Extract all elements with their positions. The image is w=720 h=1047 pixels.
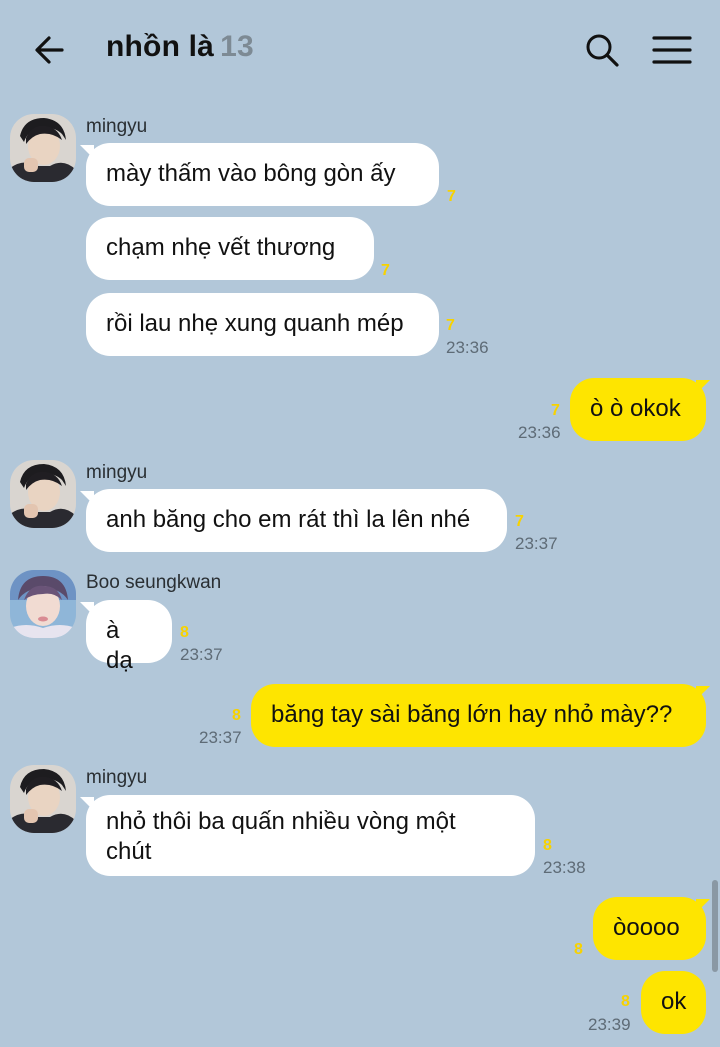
bubble-tail [696, 899, 710, 913]
sender-name: Boo seungkwan [86, 572, 222, 593]
message-bubble[interactable]: nhỏ thôi ba quấn nhiều vòng một chút [86, 795, 535, 876]
message-time: 23:36 [446, 338, 489, 357]
unread-count: 7 [551, 402, 560, 419]
unread-count: 8 [180, 624, 189, 641]
message-time: 23:37 [515, 534, 558, 553]
message-time: 23:37 [199, 728, 242, 747]
unread-count: 7 [446, 317, 455, 334]
message-bubble[interactable]: ok [641, 971, 706, 1034]
unread-count: 8 [232, 707, 241, 724]
scrollbar[interactable] [712, 880, 718, 972]
message-bubble[interactable]: rồi lau nhẹ xung quanh mép [86, 293, 439, 356]
search-icon[interactable] [582, 30, 622, 70]
message-bubble[interactable]: chạm nhẹ vết thương [86, 217, 374, 280]
message-bubble[interactable]: mày thấm vào bông gòn ấy [86, 143, 439, 206]
room-name: nhồn là [106, 30, 215, 63]
sender-name: mingyu [86, 767, 148, 788]
avatar-mingyu[interactable] [10, 765, 76, 833]
unread-count: 7 [447, 188, 456, 205]
sender-name: mingyu [86, 462, 148, 483]
bubble-tail [696, 686, 710, 700]
avatar-boo-seungkwan[interactable] [10, 570, 76, 638]
avatar-mingyu[interactable] [10, 460, 76, 528]
unread-count: 8 [621, 993, 630, 1010]
member-count: 13 [220, 30, 254, 63]
arrow-left-icon[interactable] [30, 30, 70, 70]
message-bubble[interactable]: à dạ [86, 600, 172, 674]
chat-title: nhồn là 13 [106, 30, 254, 64]
message-time: 23:36 [518, 423, 561, 442]
unread-count: 7 [381, 262, 390, 279]
unread-count: 7 [515, 513, 524, 530]
unread-count: 8 [543, 837, 552, 854]
message-bubble[interactable]: ò ò okok [570, 378, 706, 441]
message-time: 23:39 [588, 1015, 631, 1034]
message-time: 23:38 [543, 858, 586, 877]
bubble-tail [696, 380, 710, 394]
message-bubble[interactable]: òoooo [593, 897, 706, 960]
hamburger-menu-icon[interactable] [650, 30, 694, 70]
message-time: 23:37 [180, 645, 223, 664]
unread-count: 8 [574, 941, 583, 958]
message-bubble[interactable]: anh băng cho em rát thì la lên nhé [86, 489, 507, 552]
avatar-mingyu[interactable] [10, 114, 76, 182]
message-bubble[interactable]: băng tay sài băng lớn hay nhỏ mày?? [251, 684, 706, 747]
chat-header: nhồn là 13 [0, 0, 720, 100]
sender-name: mingyu [86, 116, 148, 137]
